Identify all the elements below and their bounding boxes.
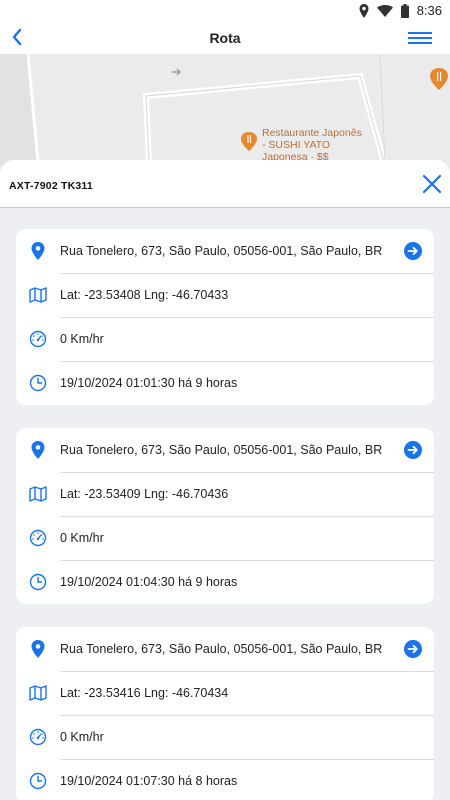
poi-label-line2: - SUSHI YATO bbox=[262, 139, 331, 151]
map-restaurant-pin-icon bbox=[430, 68, 448, 90]
poi-label-line1: Restaurante Japonês bbox=[262, 127, 362, 139]
time-row: 19/10/2024 01:01:30 há 9 horas bbox=[16, 361, 434, 405]
map-icon bbox=[29, 685, 47, 701]
address-text: Rua Tonelero, 673, São Paulo, 05056-001,… bbox=[60, 244, 383, 258]
speed-text: 0 Km/hr bbox=[60, 531, 104, 545]
status-time: 8:36 bbox=[416, 3, 442, 18]
speed-text: 0 Km/hr bbox=[60, 730, 104, 744]
battery-icon bbox=[400, 3, 409, 18]
close-button[interactable] bbox=[420, 172, 444, 196]
map-icon bbox=[29, 287, 47, 303]
time-text: 19/10/2024 01:04:30 há 9 horas bbox=[60, 575, 238, 589]
arrow-right-circle-icon[interactable] bbox=[404, 441, 422, 459]
map-pin-icon bbox=[31, 441, 45, 459]
clock-icon bbox=[29, 573, 47, 591]
address-text: Rua Tonelero, 673, São Paulo, 05056-001,… bbox=[60, 642, 383, 656]
map-poi-pin-icon bbox=[241, 132, 257, 151]
map-pin-icon bbox=[31, 242, 45, 260]
arrow-right-circle-icon[interactable] bbox=[404, 640, 422, 658]
speed-row: 0 Km/hr bbox=[16, 715, 434, 759]
time-row: 19/10/2024 01:04:30 há 9 horas bbox=[16, 560, 434, 604]
map-icon bbox=[29, 486, 47, 502]
position-card: Rua Tonelero, 673, São Paulo, 05056-001,… bbox=[16, 229, 434, 405]
status-bar: 8:36 bbox=[0, 0, 450, 22]
coords-text: Lat: -23.53409 Lng: -46.70436 bbox=[60, 487, 229, 501]
arrow-right-circle-icon[interactable] bbox=[404, 242, 422, 260]
location-icon bbox=[359, 3, 369, 18]
address-row[interactable]: Rua Tonelero, 673, São Paulo, 05056-001,… bbox=[16, 428, 434, 472]
position-card: Rua Tonelero, 673, São Paulo, 05056-001,… bbox=[16, 428, 434, 604]
app-bar: Rota bbox=[0, 22, 450, 54]
coords-row: Lat: -23.53409 Lng: -46.70436 bbox=[16, 472, 434, 516]
map-poi-label[interactable]: Restaurante Japonês - SUSHI YATO Japones… bbox=[262, 127, 362, 163]
sheet-header: AXT-7902 TK311 bbox=[0, 160, 450, 208]
speed-row: 0 Km/hr bbox=[16, 516, 434, 560]
time-row: 19/10/2024 01:07:30 há 8 horas bbox=[16, 759, 434, 800]
speedometer-icon bbox=[29, 529, 47, 547]
time-text: 19/10/2024 01:01:30 há 9 horas bbox=[60, 376, 238, 390]
clock-icon bbox=[29, 772, 47, 790]
clock-icon bbox=[29, 374, 47, 392]
coords-text: Lat: -23.53408 Lng: -46.70433 bbox=[60, 288, 229, 302]
menu-button[interactable] bbox=[408, 30, 432, 46]
coords-text: Lat: -23.53416 Lng: -46.70434 bbox=[60, 686, 229, 700]
map-pin-icon bbox=[31, 640, 45, 658]
address-text: Rua Tonelero, 673, São Paulo, 05056-001,… bbox=[60, 443, 383, 457]
vehicle-title: AXT-7902 TK311 bbox=[9, 180, 93, 192]
time-text: 19/10/2024 01:07:30 há 8 horas bbox=[60, 774, 238, 788]
address-row[interactable]: Rua Tonelero, 673, São Paulo, 05056-001,… bbox=[16, 627, 434, 671]
speedometer-icon bbox=[29, 728, 47, 746]
coords-row: Lat: -23.53416 Lng: -46.70434 bbox=[16, 671, 434, 715]
speedometer-icon bbox=[29, 330, 47, 348]
page-title: Rota bbox=[209, 30, 241, 46]
coords-row: Lat: -23.53408 Lng: -46.70433 bbox=[16, 273, 434, 317]
position-card: Rua Tonelero, 673, São Paulo, 05056-001,… bbox=[16, 627, 434, 800]
speed-text: 0 Km/hr bbox=[60, 332, 104, 346]
wifi-icon bbox=[376, 4, 393, 17]
route-positions-sheet: AXT-7902 TK311 Rua Tonelero, 673, São Pa… bbox=[0, 160, 450, 800]
speed-row: 0 Km/hr bbox=[16, 317, 434, 361]
address-row[interactable]: Rua Tonelero, 673, São Paulo, 05056-001,… bbox=[16, 229, 434, 273]
